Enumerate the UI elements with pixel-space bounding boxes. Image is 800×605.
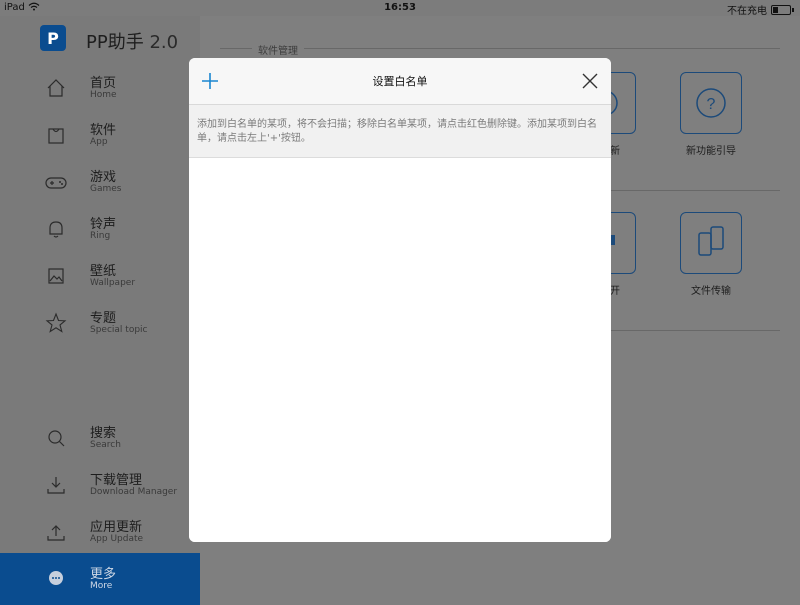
devices-icon [681,226,741,277]
more-icon [44,566,68,590]
status-time: 16:53 [384,2,416,13]
modal-header: 设置白名单 [189,58,611,105]
sidebar-item-sublabel: Wallpaper [90,278,136,288]
gamepad-icon [44,170,68,194]
battery-icon [771,4,791,15]
sidebar-item-app[interactable]: 软件 App [0,113,200,159]
sidebar-item-label: 更多 [90,567,117,582]
sidebar-item-more[interactable]: 更多 More [0,553,200,605]
status-right: 不在充电 [727,2,794,17]
search-icon [44,426,68,450]
tile-label: 新功能引导 [686,146,736,157]
sidebar-item-special-topic[interactable]: 专题 Special topic [0,301,200,347]
modal-description: 添加到白名单的某项，将不会扫描；移除白名单某项，请点击红色删除键。添加某项到白名… [197,119,597,144]
modal-description-box: 添加到白名单的某项，将不会扫描；移除白名单某项，请点击红色删除键。添加某项到白名… [189,105,611,158]
app-logo: P [40,25,66,51]
sidebar-item-wallpaper[interactable]: 壁纸 Wallpaper [0,254,200,300]
sidebar-item-home[interactable]: 首页 Home [0,66,200,112]
close-icon[interactable] [579,70,601,92]
sidebar-item-sublabel: Home [90,90,117,100]
svg-text:?: ? [707,96,716,113]
sidebar-item-sublabel: Download Manager [90,487,178,497]
app-title: PP助手 2.0 [86,32,179,53]
whitelist-list [189,158,611,542]
status-bar: iPad 16:53 不在充电 [0,0,800,17]
sidebar-item-label: 专题 [90,311,117,326]
app-version: 2.0 [149,32,179,53]
sidebar-item-label: 搜索 [90,426,117,441]
sidebar-item-label: 游戏 [90,170,117,185]
section-label: 软件管理 [252,42,304,57]
home-icon [44,76,68,100]
sidebar-item-sublabel: Special topic [90,325,148,335]
tile-label: 文件传输 [691,286,731,297]
section-divider [220,48,780,49]
sidebar-item-ring[interactable]: 铃声 Ring [0,207,200,253]
sidebar-item-label: 下载管理 [90,473,143,488]
sidebar-item-sublabel: More [90,581,113,591]
download-icon [44,473,68,497]
sidebar-item-label: 壁纸 [90,264,117,279]
sidebar-item-sublabel: Ring [90,231,111,241]
sidebar-item-label: 首页 [90,76,117,91]
sidebar: P PP助手 2.0 首页 Home 软件 App 游戏 Games 铃声 Ri… [0,16,200,605]
whitelist-modal: 设置白名单 添加到白名单的某项，将不会扫描；移除白名单某项，请点击红色删除键。添… [189,58,611,542]
sidebar-item-sublabel: Search [90,440,121,450]
charging-status: 不在充电 [727,6,767,17]
sidebar-item-label: 铃声 [90,217,117,232]
sidebar-item-label: 软件 [90,123,117,138]
tile-file-transfer[interactable] [680,212,742,274]
sidebar-item-app-update[interactable]: 应用更新 App Update [0,510,200,556]
sidebar-item-download-manager[interactable]: 下载管理 Download Manager [0,463,200,509]
sidebar-item-search[interactable]: 搜索 Search [0,416,200,462]
image-icon [44,264,68,288]
question-icon: ? [681,88,741,137]
bag-icon [44,123,68,147]
bell-icon [44,217,68,241]
update-icon [44,520,68,544]
sidebar-item-label: 应用更新 [90,520,143,535]
modal-title: 设置白名单 [372,75,428,88]
sidebar-item-sublabel: App [90,137,108,147]
sidebar-item-sublabel: App Update [90,534,144,544]
sidebar-item-sublabel: Games [90,184,122,194]
tile-new-feature-guide[interactable]: ? [680,72,742,134]
star-icon [44,311,68,335]
sidebar-item-games[interactable]: 游戏 Games [0,160,200,206]
